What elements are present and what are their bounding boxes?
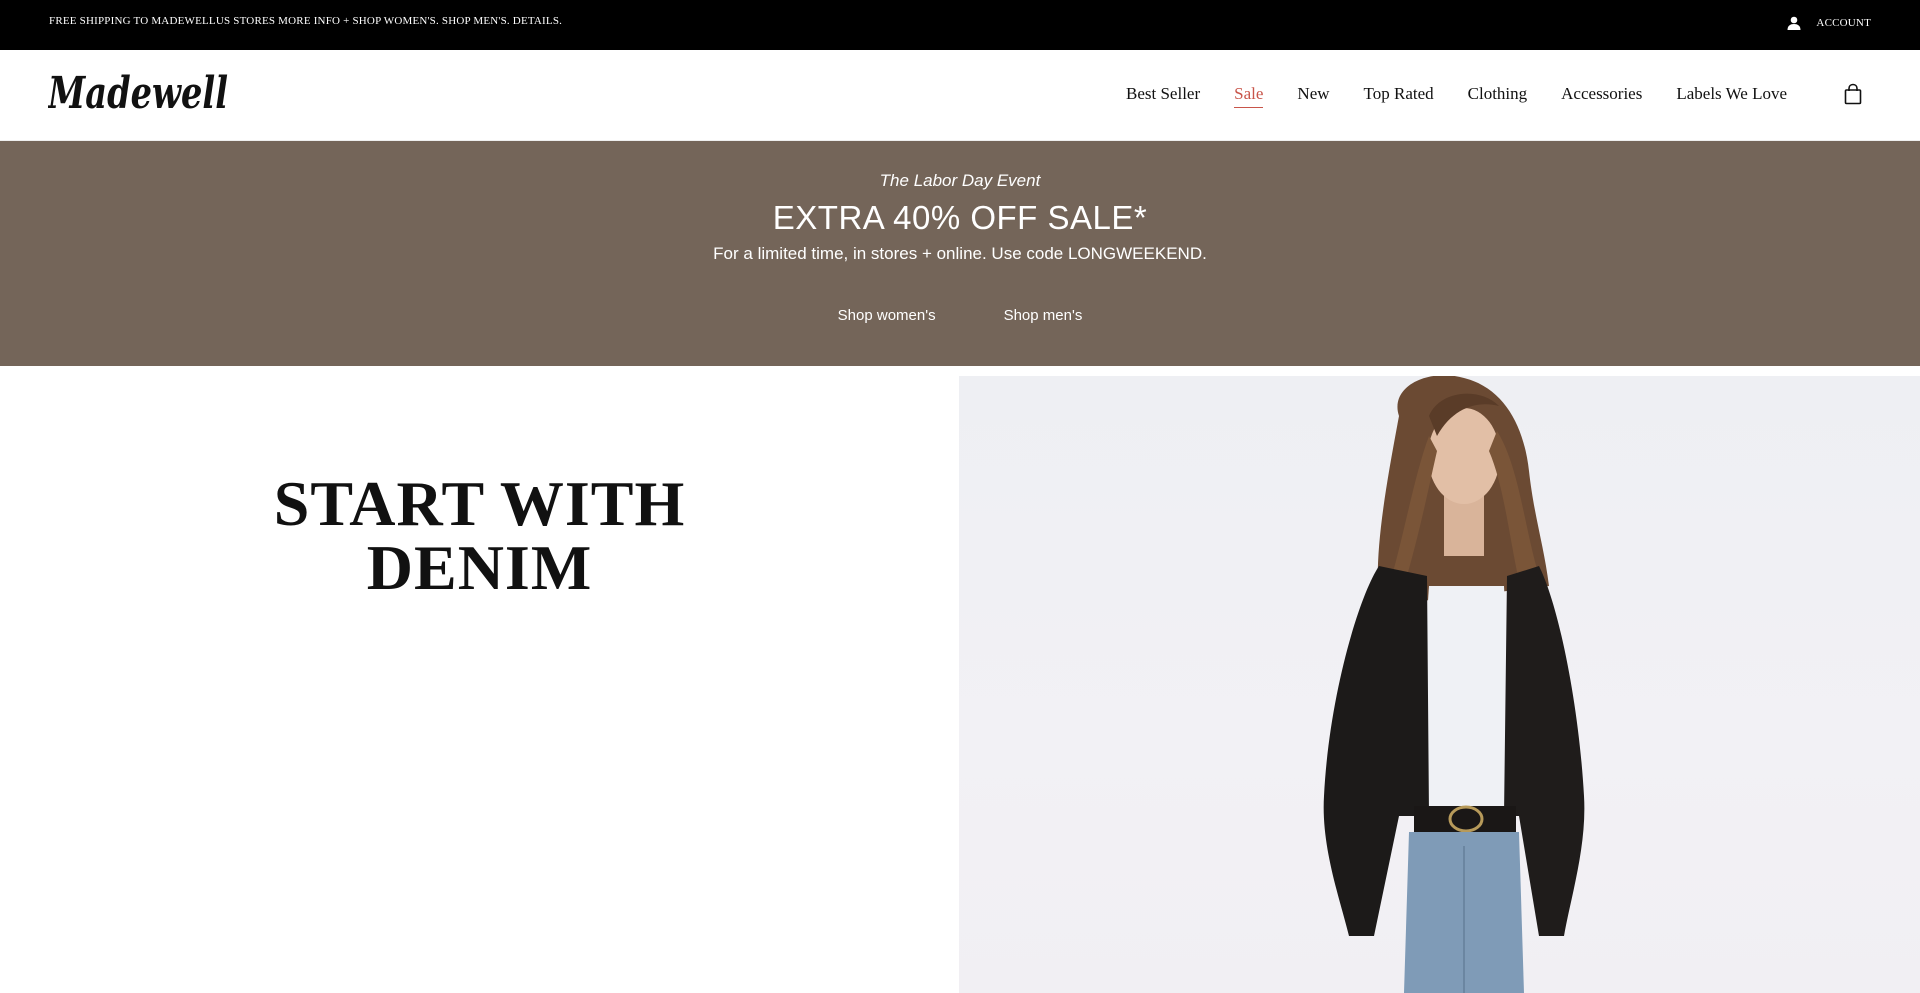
hero-model-image[interactable]: [959, 376, 1920, 993]
hero-text-panel: [0, 366, 959, 993]
banner-eyebrow: The Labor Day Event: [879, 171, 1041, 190]
shopping-bag-icon[interactable]: [1843, 83, 1863, 105]
account-link[interactable]: ACCOUNT: [1786, 13, 1871, 33]
nav-labels-we-love[interactable]: Labels We Love: [1676, 84, 1787, 108]
banner-headline: EXTRA 40% OFF SALE*: [772, 199, 1148, 236]
svg-text:Madewell: Madewell: [48, 70, 228, 118]
hero-title-line1: START WITH: [273, 468, 686, 539]
nav-top-rated[interactable]: Top Rated: [1364, 84, 1434, 108]
madewell-logo[interactable]: Madewell: [48, 70, 230, 118]
banner-subtext: For a limited time, in stores + online. …: [713, 244, 1207, 263]
nav-sale[interactable]: Sale: [1234, 84, 1264, 108]
account-label: ACCOUNT: [1816, 17, 1871, 29]
promo-bar: FREE SHIPPING TO MADEWELLUS STORES MORE …: [0, 0, 1920, 50]
nav-clothing[interactable]: Clothing: [1468, 84, 1528, 108]
sale-banner: The Labor Day Event EXTRA 40% OFF SALE* …: [0, 141, 1920, 366]
banner-ctas: Shop women's Shop men's: [0, 307, 1920, 324]
user-icon: [1787, 16, 1801, 30]
model-illustration: [1323, 376, 1585, 993]
promo-text[interactable]: FREE SHIPPING TO MADEWELLUS STORES MORE …: [49, 15, 562, 27]
main-nav: Best Seller Sale New Top Rated Clothing …: [1126, 84, 1787, 108]
site-header: Madewell Best Seller Sale New Top Rated …: [0, 50, 1920, 141]
hero-title-line2: DENIM: [366, 532, 593, 603]
nav-best-seller[interactable]: Best Seller: [1126, 84, 1200, 108]
nav-accessories[interactable]: Accessories: [1561, 84, 1642, 108]
shop-women-link[interactable]: Shop women's: [838, 307, 936, 324]
hero-title[interactable]: START WITH DENIM: [0, 472, 959, 600]
nav-new[interactable]: New: [1297, 84, 1329, 108]
shop-men-link[interactable]: Shop men's: [1004, 307, 1083, 324]
